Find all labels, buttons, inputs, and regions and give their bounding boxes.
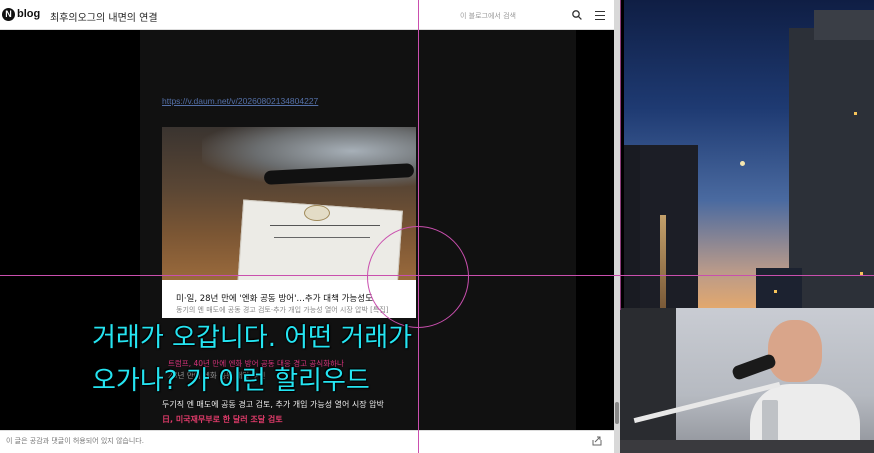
post-source-link[interactable]: https://v.daum.net/v/20260802134804227 bbox=[162, 96, 318, 106]
subtitle-line-2: 오가나? 가 이런 할리우드 bbox=[92, 366, 370, 396]
search-input[interactable]: 이 블로그에서 검색 bbox=[456, 7, 566, 24]
city-dusk-photo bbox=[624, 0, 874, 308]
share-icon[interactable] bbox=[591, 435, 603, 447]
search-icon[interactable] bbox=[572, 10, 582, 20]
news-card-title: 미·일, 28년 만에 '엔화 공동 방어'…추가 대책 가능성도 bbox=[176, 294, 373, 304]
building bbox=[640, 145, 698, 308]
webcam-feed bbox=[620, 308, 874, 453]
divider bbox=[620, 0, 621, 310]
window-light bbox=[854, 112, 857, 115]
blog-footer: 이 글은 공감과 댓글이 허용되어 있지 않습니다. bbox=[0, 430, 614, 453]
crosshair-ring bbox=[367, 226, 469, 328]
post-highlight-line: 日, 미국재무부로 한 달러 조달 검토 bbox=[162, 415, 283, 424]
scrollbar-thumb[interactable] bbox=[615, 402, 619, 424]
tower bbox=[660, 215, 666, 308]
presenter bbox=[768, 320, 822, 382]
building bbox=[756, 268, 802, 308]
building bbox=[814, 10, 874, 40]
blog-logo-word[interactable]: blog bbox=[17, 8, 40, 20]
subtitle-line-1: 거래가 오갑니다. 어떤 거래가 bbox=[92, 323, 413, 353]
window-light bbox=[774, 290, 777, 293]
post-body-line: 두기직 엔 매도에 공동 경고 검토, 추가 개입 가능성 열어 시장 압박 bbox=[162, 400, 384, 409]
blog-header: N blog 최후의오그의 내면의 연결 이 블로그에서 검색 bbox=[0, 0, 614, 30]
microphone-icon bbox=[730, 352, 778, 382]
news-card-description: 동기의 엔 매도에 공동 경고 검토·추가 개입 가능성 열어 시장 압박 [특… bbox=[176, 306, 389, 314]
menu-icon[interactable] bbox=[595, 11, 605, 20]
moon-icon bbox=[740, 161, 745, 166]
blog-name[interactable]: 최후의오그의 내면의 연결 bbox=[50, 9, 158, 24]
comment-disabled-note: 이 글은 공감과 댓글이 허용되어 있지 않습니다. bbox=[6, 437, 144, 445]
naver-logo-icon[interactable]: N bbox=[2, 8, 15, 21]
building bbox=[789, 28, 874, 308]
